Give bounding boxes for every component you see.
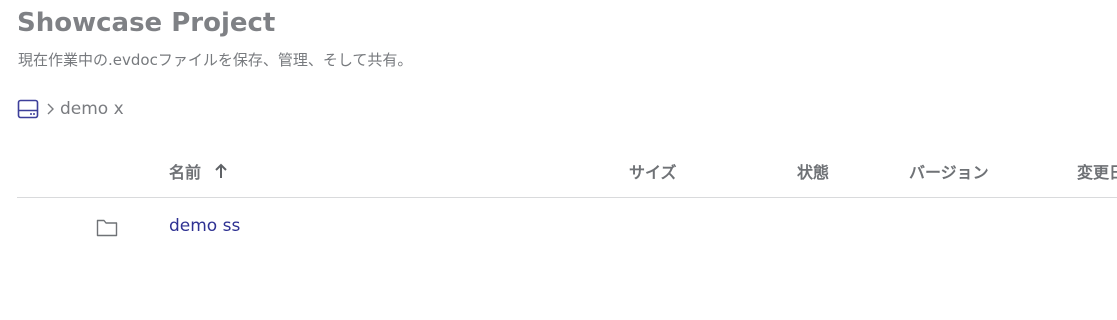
column-header-modified[interactable]: 変更日 (1077, 159, 1117, 183)
page-title: Showcase Project (17, 8, 276, 38)
row-name-link[interactable]: demo ss (169, 216, 240, 236)
breadcrumb-current[interactable]: demo x (60, 99, 124, 119)
column-header-version[interactable]: バージョン (909, 159, 989, 183)
header-divider (17, 197, 1117, 198)
chevron-right-icon (44, 97, 58, 121)
arrow-up-icon[interactable] (213, 162, 229, 180)
folder-icon (95, 216, 119, 238)
drive-icon[interactable] (16, 97, 40, 121)
column-header-size[interactable]: サイズ (629, 159, 677, 183)
breadcrumb: demo x (16, 97, 124, 121)
table-header: 名前 サイズ 状態 バージョン 変更日 (0, 150, 1117, 190)
file-browser-page: Showcase Project 現在作業中の.evdocファイルを保存、管理、… (0, 0, 1117, 320)
column-header-state[interactable]: 状態 (797, 159, 829, 183)
column-header-name[interactable]: 名前 (169, 159, 229, 183)
table-row[interactable]: demo ss (0, 206, 1117, 248)
page-subtitle: 現在作業中の.evdocファイルを保存、管理、そして共有。 (18, 51, 413, 69)
column-header-name-label: 名前 (169, 163, 202, 182)
